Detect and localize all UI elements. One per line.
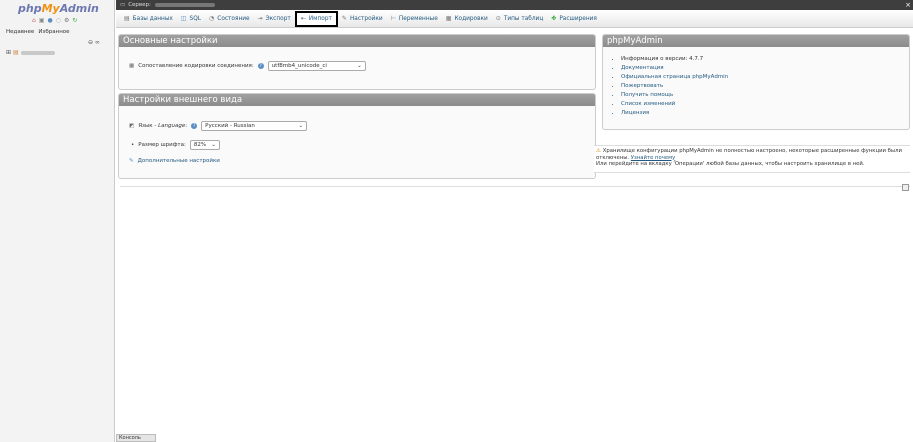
database-icon: ▤ bbox=[124, 15, 130, 22]
list-item: Информация о версии: 4.7.7 bbox=[621, 55, 728, 64]
status-icon: ◔ bbox=[209, 15, 215, 22]
language-select[interactable]: Русский - Russian ⌄ bbox=[201, 121, 308, 131]
server-tabs: ▤ Базы данных ◫ SQL ◔ Состояние ⇥ Экспорт ⇤ И… bbox=[116, 10, 913, 28]
help-icon[interactable]: ? bbox=[191, 123, 198, 129]
docs-icon[interactable]: ○ bbox=[56, 17, 61, 24]
export-icon: ⇥ bbox=[257, 15, 263, 22]
list-item[interactable]: Пожертвовать bbox=[621, 82, 728, 91]
chevron-down-icon: ⌄ bbox=[211, 142, 216, 148]
tab-plugins[interactable]: ✤ Расширения bbox=[547, 11, 601, 27]
list-item[interactable]: Список изменений bbox=[621, 100, 728, 109]
charset-icon: ▦ bbox=[445, 15, 452, 22]
tab-recent[interactable]: Недавнее bbox=[6, 29, 34, 35]
database-icon: ▤ bbox=[13, 49, 19, 56]
tab-engines[interactable]: ⊙ Типы таблиц bbox=[492, 11, 547, 27]
chevron-down-icon: ⌄ bbox=[357, 63, 362, 69]
sidebar-toolbar: ⌂ ▣ ● ○ ⚙ ↻ bbox=[32, 17, 77, 24]
chevron-down-icon: ⌄ bbox=[298, 123, 304, 129]
plugins-icon: ✤ bbox=[551, 15, 557, 22]
language-label: Язык - Language: bbox=[138, 123, 188, 129]
tab-status[interactable]: ◔ Состояние bbox=[205, 11, 254, 27]
bullet-icon: • bbox=[131, 142, 135, 148]
server-icon: ▭ bbox=[120, 2, 126, 8]
language-row: ◩ Язык - Language: ? Русский - Russian ⌄ bbox=[129, 121, 308, 131]
language-icon: ◩ bbox=[129, 123, 135, 129]
tab-favorites[interactable]: Избранное bbox=[38, 29, 69, 35]
tab-export[interactable]: ⇥ Экспорт bbox=[254, 11, 295, 27]
home-icon[interactable]: ⌂ bbox=[32, 17, 36, 24]
reload-icon[interactable]: ↻ bbox=[72, 17, 77, 24]
more-settings-link[interactable]: Дополнительные настройки bbox=[138, 158, 220, 164]
variables-icon: ⊢ bbox=[390, 15, 396, 22]
collation-select[interactable]: utf8mb4_unicode_ci ⌄ bbox=[267, 61, 366, 71]
logout-icon[interactable]: ▣ bbox=[39, 17, 45, 24]
server-breadcrumb-bar: ▭ Сервер: × bbox=[116, 0, 913, 10]
list-item[interactable]: Получить помощь bbox=[621, 91, 728, 100]
panel-title: phpMyAdmin bbox=[603, 35, 909, 47]
help-icon[interactable]: ● bbox=[47, 17, 52, 24]
redacted-text bbox=[154, 3, 215, 7]
config-storage-notice: ⚠ Хранилище конфигурации phpMyAdmin не по… bbox=[594, 145, 910, 173]
panel-title: Настройки внешнего вида bbox=[119, 94, 595, 106]
engines-icon: ⊙ bbox=[495, 15, 501, 22]
settings-icon[interactable]: ⚙ bbox=[64, 17, 69, 24]
collation-row: ▦ Сопоставление кодировки соединения: ? … bbox=[129, 61, 366, 71]
general-settings-panel: Основные настройки ▦ Сопоставление кодир… bbox=[118, 34, 596, 90]
redacted-text bbox=[20, 50, 55, 55]
appearance-settings-panel: Настройки внешнего вида ◩ Язык - Languag… bbox=[118, 93, 596, 179]
collation-icon: ▦ bbox=[129, 63, 135, 69]
list-item[interactable]: Лицензия bbox=[621, 109, 728, 118]
fontsize-label: Размер шрифта: bbox=[138, 142, 186, 148]
phpmyadmin-info-panel: phpMyAdmin Информация о версии: 4.7.7 До… bbox=[602, 34, 910, 130]
expand-icon[interactable]: ⊞ bbox=[6, 49, 11, 56]
warning-icon: ⚠ bbox=[596, 148, 601, 154]
list-item[interactable]: Официальная страница phpMyAdmin bbox=[621, 73, 728, 82]
sidebar-tabs: Недавнее Избранное bbox=[6, 29, 70, 35]
tab-charsets[interactable]: ▦ Кодировки bbox=[442, 11, 492, 27]
navigation-sidebar: phpMyAdmin ⌂ ▣ ● ○ ⚙ ↻ Недавнее Избранно… bbox=[0, 0, 115, 442]
database-tree-item[interactable]: ⊞ ▤ bbox=[6, 49, 55, 56]
tab-variables[interactable]: ⊢ Переменные bbox=[387, 11, 442, 27]
panel-title: Основные настройки bbox=[119, 35, 595, 47]
console-button[interactable]: Консоль bbox=[116, 434, 156, 442]
divider bbox=[120, 186, 910, 187]
sql-icon: ◫ bbox=[180, 15, 187, 22]
fontsize-select[interactable]: 82% ⌄ bbox=[189, 140, 220, 150]
tab-databases[interactable]: ▤ Базы данных bbox=[120, 11, 177, 27]
close-icon[interactable]: × bbox=[905, 0, 911, 10]
collation-label: Сопоставление кодировки соединения: bbox=[138, 63, 254, 69]
tab-import[interactable]: ⇤ Импорт bbox=[294, 10, 338, 27]
wrench-icon: ✎ bbox=[129, 158, 134, 164]
phpmyadmin-logo[interactable]: phpMyAdmin bbox=[18, 2, 99, 15]
console-toggle-icon[interactable] bbox=[902, 184, 909, 191]
learn-why-link[interactable]: Узнайте почему bbox=[631, 155, 675, 161]
collapse-all-icon[interactable]: ⊖ ∞ bbox=[88, 39, 100, 46]
more-settings-row: ✎ Дополнительные настройки bbox=[129, 158, 220, 164]
tab-sql[interactable]: ◫ SQL bbox=[177, 11, 205, 27]
list-item[interactable]: Документация bbox=[621, 64, 728, 73]
wrench-icon: ✎ bbox=[341, 15, 347, 22]
import-icon: ⇤ bbox=[300, 15, 306, 22]
server-label[interactable]: Сервер: bbox=[128, 2, 151, 8]
info-list: Информация о версии: 4.7.7 Документация … bbox=[617, 55, 728, 118]
tab-settings[interactable]: ✎ Настройки bbox=[338, 11, 387, 27]
help-icon[interactable]: ? bbox=[257, 63, 264, 69]
fontsize-row: • Размер шрифта: 82% ⌄ bbox=[131, 140, 220, 150]
